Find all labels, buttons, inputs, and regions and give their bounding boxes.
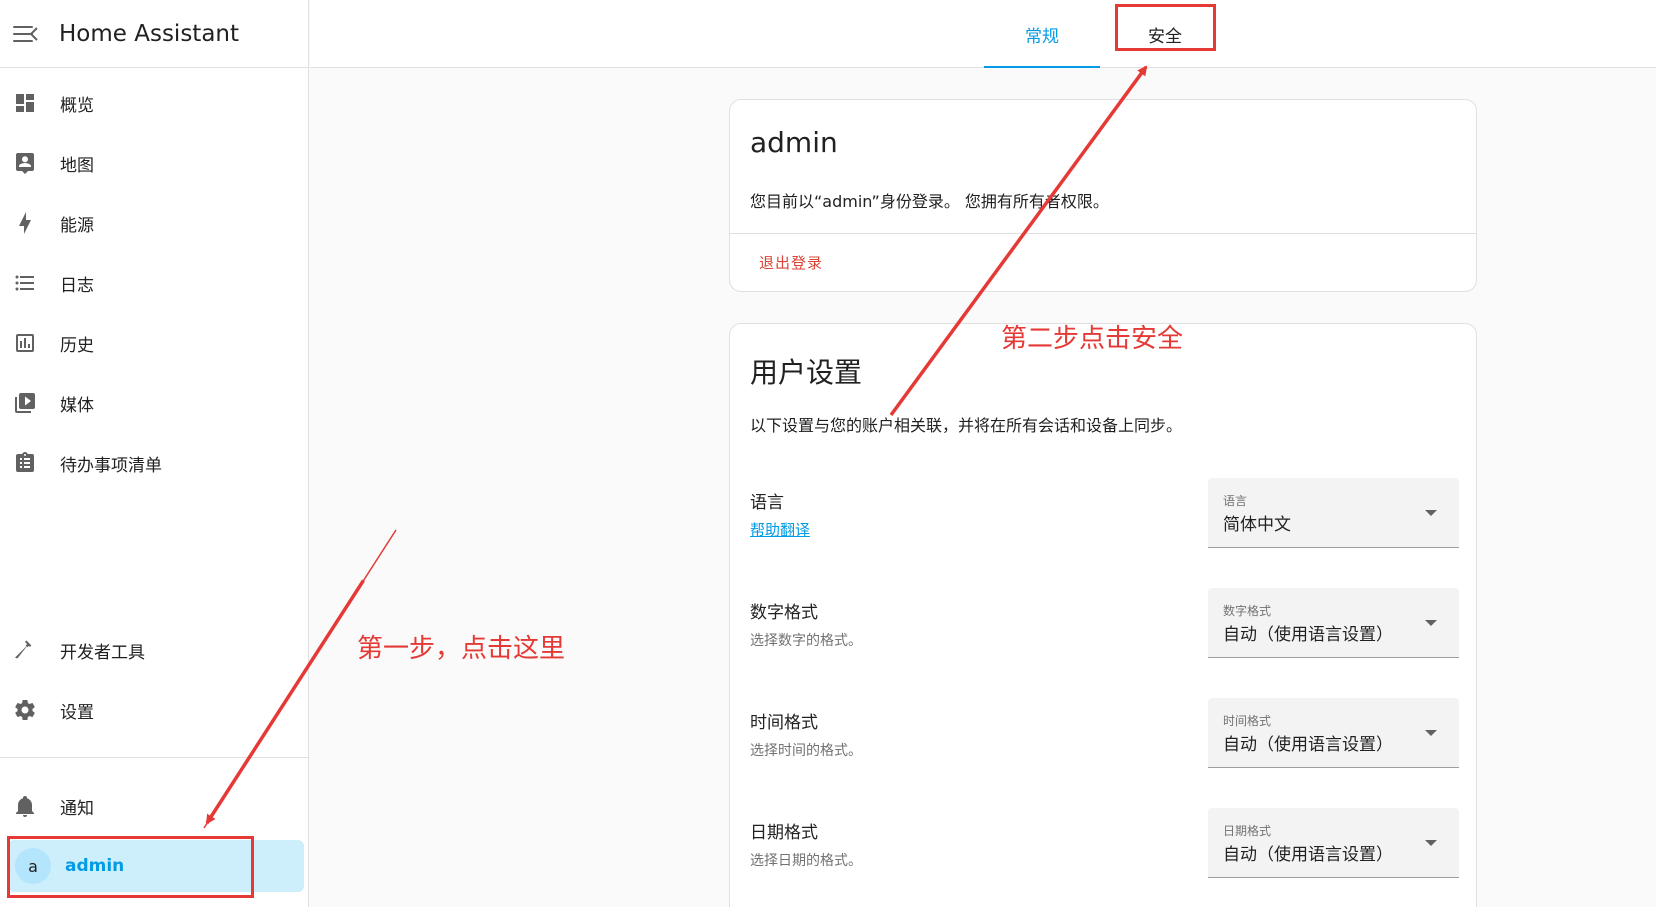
sidebar-item-label: 设置 (60, 702, 94, 723)
sidebar-item-notifications[interactable]: 通知 (0, 782, 309, 830)
date-format-description: 选择日期的格式。 (750, 853, 862, 869)
sidebar-item-todo[interactable]: 待办事项清单 (0, 439, 309, 487)
sidebar-item-map[interactable]: 地图 (0, 139, 309, 187)
logout-button[interactable]: 退出登录 (759, 252, 823, 273)
gear-icon (12, 697, 38, 723)
sidebar-item-developer-tools[interactable]: 开发者工具 (0, 626, 309, 674)
sidebar-item-label: 日志 (60, 275, 94, 296)
date-format-select[interactable]: 日期格式 自动（使用语言设置） (1208, 808, 1459, 878)
play-box-multiple-icon (12, 390, 38, 416)
language-select[interactable]: 语言 简体中文 (1208, 478, 1459, 548)
settings-title: 用户设置 (750, 356, 863, 389)
date-format-label: 日期格式 (750, 823, 818, 843)
sidebar-header: Home Assistant (0, 0, 308, 68)
tab-general[interactable]: 常规 (984, 0, 1100, 68)
dashboard-icon (12, 90, 38, 116)
sidebar-item-energy[interactable]: 能源 (0, 199, 309, 247)
time-format-label: 时间格式 (750, 713, 818, 733)
annotation-step2-text: 第二步点击安全 (1001, 324, 1184, 354)
hammer-icon (12, 637, 38, 663)
annotation-box-admin (7, 836, 254, 898)
annotation-step1-text: 第一步，点击这里 (357, 634, 566, 664)
sidebar-item-label: 历史 (60, 335, 94, 356)
chevron-down-icon (1425, 510, 1437, 516)
app-title: Home Assistant (59, 20, 240, 47)
sidebar-item-label: 能源 (60, 215, 94, 236)
sidebar-item-label: 待办事项清单 (60, 455, 162, 476)
sidebar-item-label: 开发者工具 (60, 642, 145, 663)
select-label: 语言 (1223, 494, 1248, 508)
sidebar-item-media[interactable]: 媒体 (0, 379, 309, 427)
map-account-icon (12, 150, 38, 176)
account-title: admin (750, 126, 838, 159)
sidebar-item-history[interactable]: 历史 (0, 319, 309, 367)
menu-collapse-icon[interactable] (13, 24, 39, 44)
account-card: admin 您目前以“admin”身份登录。 您拥有所有者权限。 退出登录 (729, 99, 1477, 292)
sidebar-item-label: 媒体 (60, 395, 94, 416)
sidebar-item-label: 概览 (60, 95, 94, 116)
bell-icon (12, 793, 38, 819)
select-value: 自动（使用语言设置） (1223, 735, 1393, 755)
select-label: 时间格式 (1223, 714, 1272, 728)
sidebar-divider (0, 757, 309, 758)
settings-description: 以下设置与您的账户相关联，并将在所有会话和设备上同步。 (750, 416, 1183, 435)
time-format-description: 选择时间的格式。 (750, 743, 862, 759)
sidebar-item-label: 地图 (60, 155, 94, 176)
clipboard-list-icon (12, 450, 38, 476)
sidebar-item-label: 通知 (60, 798, 94, 819)
select-label: 数字格式 (1223, 604, 1272, 618)
card-divider (730, 233, 1476, 234)
help-translate-link[interactable]: 帮助翻译 (750, 519, 810, 540)
number-format-description: 选择数字的格式。 (750, 633, 862, 649)
language-label: 语言 (750, 493, 784, 513)
select-value: 简体中文 (1223, 515, 1291, 535)
select-value: 自动（使用语言设置） (1223, 845, 1393, 865)
number-format-label: 数字格式 (750, 603, 818, 623)
chart-box-icon (12, 330, 38, 356)
annotation-box-security-tab (1115, 4, 1216, 51)
sidebar-item-settings[interactable]: 设置 (0, 686, 309, 734)
chevron-down-icon (1425, 840, 1437, 846)
sidebar-item-logbook[interactable]: 日志 (0, 259, 309, 307)
tab-bar: 常规 安全 (310, 0, 1656, 68)
select-value: 自动（使用语言设置） (1223, 625, 1393, 645)
account-description: 您目前以“admin”身份登录。 您拥有所有者权限。 (750, 192, 1109, 211)
sidebar: Home Assistant 概览 地图 能源 日志 历史 媒体 待办事项清单 … (0, 0, 309, 907)
list-icon (12, 270, 38, 296)
time-format-select[interactable]: 时间格式 自动（使用语言设置） (1208, 698, 1459, 768)
lightning-bolt-icon (12, 210, 38, 236)
chevron-down-icon (1425, 620, 1437, 626)
number-format-select[interactable]: 数字格式 自动（使用语言设置） (1208, 588, 1459, 658)
select-label: 日期格式 (1223, 824, 1272, 838)
sidebar-item-overview[interactable]: 概览 (0, 79, 309, 127)
user-settings-card: 用户设置 以下设置与您的账户相关联，并将在所有会话和设备上同步。 语言 帮助翻译… (729, 323, 1477, 907)
chevron-down-icon (1425, 730, 1437, 736)
